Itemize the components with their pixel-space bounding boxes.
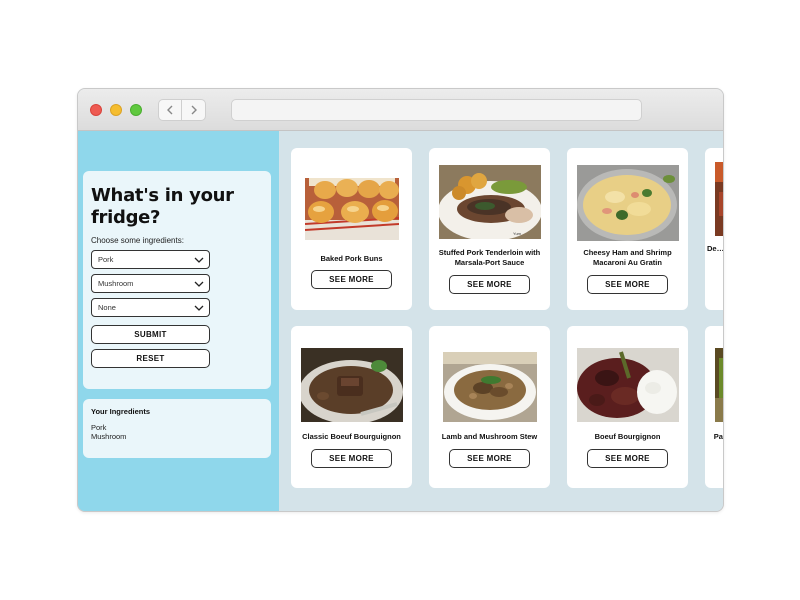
see-more-button[interactable]: SEE MORE [587,449,668,468]
recipe-photo-pork-buns [304,178,399,240]
recipe-card[interactable]: Cheesy Ham and Shrimp Macaroni Au Gratin… [567,148,688,310]
close-window-button[interactable] [90,104,102,116]
see-more-button[interactable]: SEE MORE [311,449,392,468]
see-more-button[interactable]: SEE MORE [449,449,530,468]
select-value: Mushroom [98,279,134,288]
recipe-card[interactable]: Boeuf Bourgignon SEE MORE [567,326,688,488]
picker-instructions: Choose some ingredients: [91,236,184,245]
ingredient-select-3[interactable]: None [91,298,210,317]
browser-window: What's in your fridge? Choose some ingre… [77,88,724,512]
ingredients-list: Pork Mushroom [91,423,263,441]
recipe-photo-mac-au-gratin [576,165,679,241]
recipe-photo-boeuf [576,348,679,422]
recipe-photo-partial [715,348,723,422]
address-bar[interactable] [231,99,642,121]
recipe-card[interactable]: Baked Pork Buns SEE MORE [291,148,412,310]
your-ingredients-title: Your Ingredients [91,407,151,416]
see-more-button[interactable]: SEE MORE [449,275,530,294]
your-ingredients-panel: Your Ingredients Pork Mushroom [83,399,271,458]
maximize-window-button[interactable] [130,104,142,116]
select-value: None [98,303,116,312]
submit-button[interactable]: SUBMIT [91,325,210,344]
browser-titlebar [78,89,723,131]
chevron-down-icon [194,305,204,311]
recipe-name: Lamb and Mushroom Stew [441,432,538,441]
reset-button[interactable]: RESET [91,349,210,368]
ingredient-item: Mushroom [91,432,127,441]
recipe-photo-stuffed-pork: Yum [438,165,541,239]
recipe-name: Boeuf Bourgignon [594,432,661,441]
svg-text:Yum: Yum [513,231,522,236]
recipe-photo-lamb-stew [442,352,537,422]
recipe-name: Classic Boeuf Bourguignon [302,432,401,441]
back-button[interactable] [158,99,182,121]
recipe-name: Baked Pork Buns [320,254,383,263]
sidebar: What's in your fridge? Choose some ingre… [78,131,279,511]
recipe-grid: Baked Pork Buns SEE MORE Yum Stuffed Por… [279,131,724,511]
forward-button[interactable] [182,99,206,121]
recipe-card[interactable]: De… Tende… [705,148,724,310]
ingredient-select-2[interactable]: Mushroom [91,274,210,293]
chevron-right-icon [191,105,197,115]
recipe-name: Cheesy Ham and Shrimp Macaroni Au Gratin [583,248,672,267]
recipe-name: Pan… [713,432,723,441]
recipe-photo-boeuf-classic [300,348,403,422]
see-more-button[interactable]: SEE MORE [587,275,668,294]
recipe-photo-partial [715,162,723,236]
ingredient-select-1[interactable]: Pork [91,250,210,269]
chevron-left-icon [167,105,173,115]
chevron-down-icon [194,281,204,287]
select-value: Pork [98,255,114,264]
page-title: What's in your fridge? [91,185,234,228]
chevron-down-icon [194,257,204,263]
recipe-card[interactable]: Classic Boeuf Bourguignon SEE MORE [291,326,412,488]
recipe-name: De… Tende… [707,244,724,253]
recipe-card[interactable]: Pan… [705,326,723,488]
see-more-button[interactable]: SEE MORE [311,270,392,289]
recipe-card[interactable]: Lamb and Mushroom Stew SEE MORE [429,326,550,488]
recipe-card[interactable]: Yum Stuffed Pork Tenderloin with Marsala… [429,148,550,310]
recipe-name: Stuffed Pork Tenderloin with Marsala-Por… [438,248,541,267]
ingredient-item: Pork [91,423,107,432]
minimize-window-button[interactable] [110,104,122,116]
ingredient-picker-panel: What's in your fridge? Choose some ingre… [83,171,271,389]
